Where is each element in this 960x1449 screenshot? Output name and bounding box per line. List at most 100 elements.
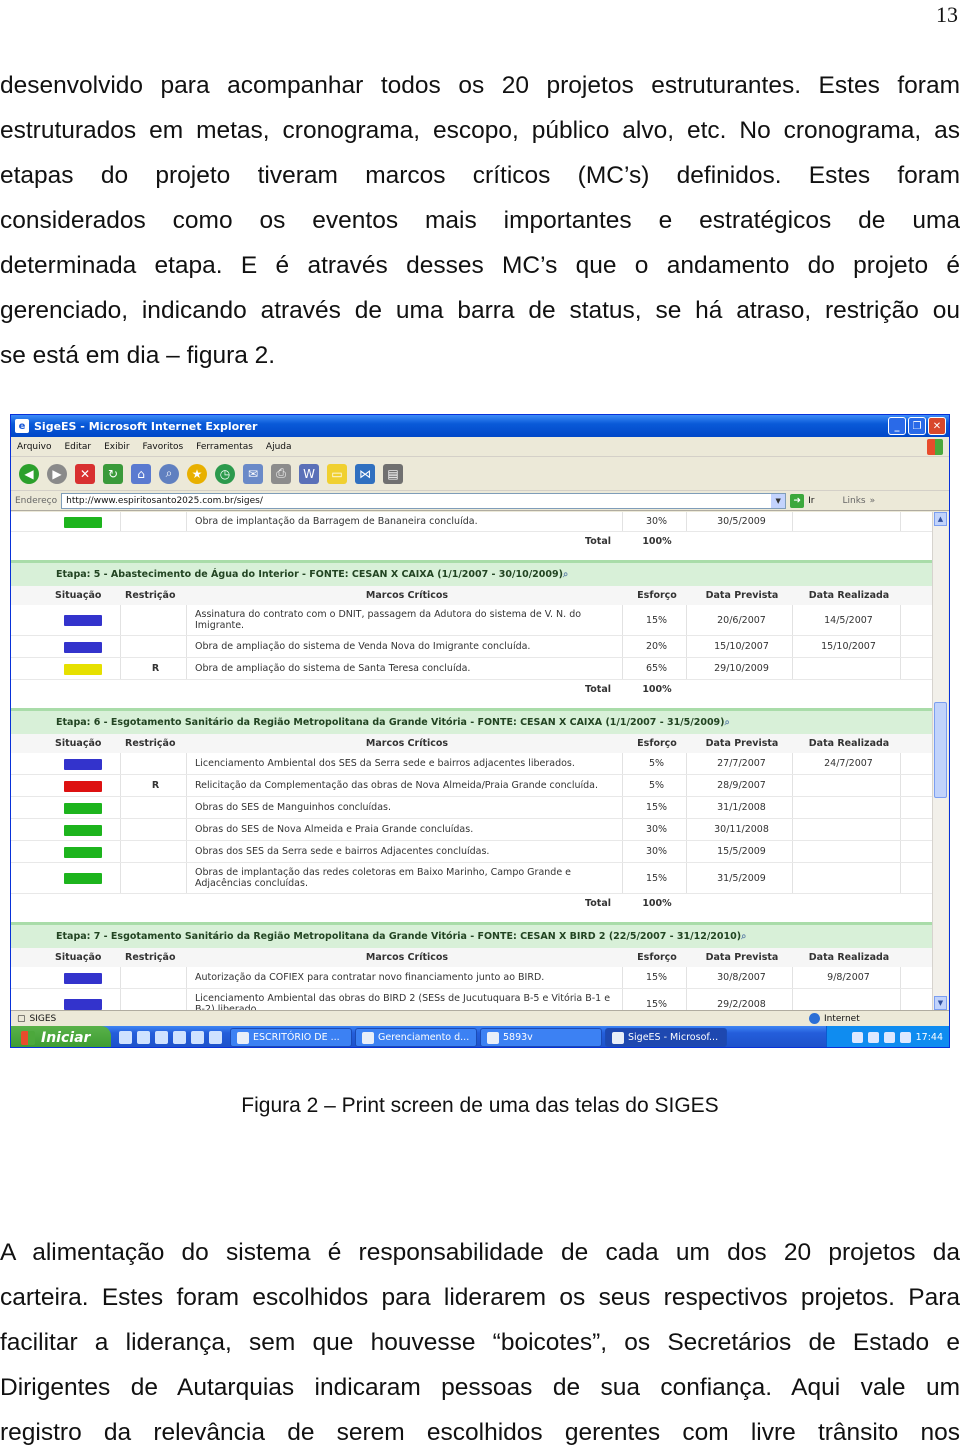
realizada-cell bbox=[793, 775, 901, 796]
history-icon[interactable]: ◷ bbox=[215, 463, 235, 484]
discuss-icon[interactable]: ▭ bbox=[327, 463, 347, 484]
stop-icon[interactable]: ✕ bbox=[75, 463, 95, 484]
taskbar-item[interactable]: SigeES - Microsof... bbox=[605, 1028, 727, 1047]
menu-editar[interactable]: Editar bbox=[64, 442, 91, 452]
esforco-cell: 15% bbox=[623, 605, 687, 635]
go-arrow-icon[interactable]: ➜ bbox=[790, 493, 805, 508]
home-icon[interactable]: ⌂ bbox=[131, 463, 151, 484]
links-chevron-icon[interactable]: » bbox=[870, 496, 876, 506]
taskbar-item[interactable]: ESCRITÓRIO DE ... bbox=[230, 1028, 352, 1047]
tray-icon[interactable] bbox=[867, 1032, 879, 1043]
clock: 17:44 bbox=[915, 1032, 943, 1043]
tray-icon[interactable] bbox=[883, 1032, 895, 1043]
prevista-cell: 20/6/2007 bbox=[687, 605, 793, 635]
situacao-cell bbox=[11, 989, 121, 1010]
quicklaunch-icon[interactable] bbox=[191, 1031, 204, 1044]
prevista-cell: 27/7/2007 bbox=[687, 753, 793, 774]
magnifier-icon[interactable]: ⌕ bbox=[563, 569, 568, 580]
quicklaunch-icon[interactable] bbox=[209, 1031, 222, 1044]
print-icon[interactable]: ⎙ bbox=[271, 463, 291, 484]
restricao-cell bbox=[121, 797, 187, 818]
esforco-cell: 20% bbox=[623, 636, 687, 657]
menu-ajuda[interactable]: Ajuda bbox=[266, 442, 292, 452]
esforco-cell: 5% bbox=[623, 775, 687, 796]
tray-icon[interactable] bbox=[899, 1032, 911, 1043]
quicklaunch-icon[interactable] bbox=[119, 1031, 132, 1044]
marco-cell: Obras de implantação das redes coletoras… bbox=[187, 863, 623, 893]
menu-arquivo[interactable]: Arquivo bbox=[17, 442, 51, 452]
menu-ferramentas[interactable]: Ferramentas bbox=[196, 442, 253, 452]
total-row: Total 100% bbox=[11, 532, 933, 550]
situacao-cell bbox=[11, 797, 121, 818]
paragraph-2: A alimentação do sistema é responsabilid… bbox=[0, 1230, 960, 1449]
stage-header: Etapa: 6 - Esgotamento Sanitário da Regi… bbox=[11, 708, 933, 734]
table-row: Licenciamento Ambiental das obras do BIR… bbox=[11, 989, 933, 1010]
tray-icon[interactable] bbox=[851, 1032, 863, 1043]
address-input[interactable]: http://www.espiritosanto2025.com.br/sige… bbox=[61, 492, 787, 509]
refresh-icon[interactable]: ↻ bbox=[103, 463, 123, 484]
restricao-cell bbox=[121, 967, 187, 988]
esforco-cell: 15% bbox=[623, 989, 687, 1010]
start-button[interactable]: Iniciar bbox=[11, 1026, 111, 1047]
back-icon[interactable]: ◀ bbox=[19, 463, 39, 484]
situacao-cell bbox=[11, 841, 121, 862]
prevista-cell: 29/10/2009 bbox=[687, 658, 793, 679]
taskbar-item-label: Gerenciamento d... bbox=[378, 1032, 470, 1043]
mail-icon[interactable]: ✉ bbox=[243, 463, 263, 484]
taskbar-item[interactable]: Gerenciamento d... bbox=[355, 1028, 477, 1047]
menu-exibir[interactable]: Exibir bbox=[104, 442, 129, 452]
go-button[interactable]: Ir bbox=[808, 496, 814, 506]
quicklaunch-icon[interactable] bbox=[155, 1031, 168, 1044]
scroll-down-icon[interactable]: ▼ bbox=[934, 996, 947, 1010]
quicklaunch-icon[interactable] bbox=[137, 1031, 150, 1044]
paragraph-line: etapas do projeto tiveram marcos crítico… bbox=[0, 162, 960, 189]
realizada-cell bbox=[793, 512, 901, 531]
situacao-cell bbox=[11, 967, 121, 988]
marco-cell: Obra de ampliação do sistema de Santa Te… bbox=[187, 658, 623, 679]
situacao-cell bbox=[11, 636, 121, 657]
links-label[interactable]: Links bbox=[843, 496, 866, 506]
restricao-cell bbox=[121, 989, 187, 1010]
scroll-up-icon[interactable]: ▲ bbox=[934, 512, 947, 526]
status-bar: ▢ SIGES Internet bbox=[11, 1010, 949, 1026]
page-number: 13 bbox=[936, 2, 958, 27]
search-icon[interactable]: ⌕ bbox=[159, 463, 179, 484]
total-label: Total bbox=[585, 535, 611, 547]
messenger-icon[interactable]: ⋈ bbox=[355, 463, 375, 484]
total-row: Total 100% bbox=[11, 894, 933, 912]
quicklaunch-icon[interactable] bbox=[173, 1031, 186, 1044]
table-header: Situação Restrição Marcos Críticos Esforço D… bbox=[11, 948, 933, 967]
paragraph-line: gerenciado, indicando através de uma bar… bbox=[0, 297, 960, 324]
taskbar-item[interactable]: 5893v bbox=[480, 1028, 602, 1047]
vertical-scrollbar[interactable]: ▲ ▼ bbox=[932, 512, 948, 1010]
table-row: Obras do SES de Nova Almeida e Praia Gra… bbox=[11, 819, 933, 841]
research-icon[interactable]: ▤ bbox=[383, 463, 403, 484]
prevista-cell: 15/10/2007 bbox=[687, 636, 793, 657]
chevron-down-icon[interactable]: ▼ bbox=[771, 493, 786, 508]
close-button[interactable]: ✕ bbox=[928, 417, 946, 435]
col-esforco: Esforço bbox=[637, 738, 677, 749]
total-label: Total bbox=[585, 897, 611, 909]
favorites-icon[interactable]: ★ bbox=[187, 463, 207, 484]
magnifier-icon[interactable]: ⌕ bbox=[741, 931, 746, 942]
minimize-button[interactable]: _ bbox=[888, 417, 906, 435]
stage-title: Etapa: 7 - Esgotamento Sanitário da Regi… bbox=[11, 925, 901, 948]
table-row: Assinatura do contrato com o DNIT, passa… bbox=[11, 605, 933, 636]
prevista-cell: 29/2/2008 bbox=[687, 989, 793, 1010]
prevista-cell: 31/1/2008 bbox=[687, 797, 793, 818]
paragraph-line: Dirigentes de Autarquias indicaram pesso… bbox=[0, 1374, 960, 1401]
total-value: 100% bbox=[642, 897, 672, 909]
taskbar-item-label: 5893v bbox=[503, 1032, 533, 1043]
scrollbar-thumb[interactable] bbox=[934, 702, 947, 798]
esforco-cell: 65% bbox=[623, 658, 687, 679]
table-row: R Relicitação da Complementação das obras… bbox=[11, 775, 933, 797]
menu-bar: Arquivo Editar Exibir Favoritos Ferramen… bbox=[11, 437, 949, 457]
edit-icon[interactable]: W bbox=[299, 463, 319, 484]
forward-icon[interactable]: ▶ bbox=[47, 463, 67, 484]
marco-cell: Licenciamento Ambiental dos SES da Serra… bbox=[187, 753, 623, 774]
maximize-button[interactable]: ❐ bbox=[908, 417, 926, 435]
magnifier-icon[interactable]: ⌕ bbox=[725, 717, 730, 728]
esforco-cell: 30% bbox=[623, 841, 687, 862]
menu-favoritos[interactable]: Favoritos bbox=[143, 442, 184, 452]
realizada-cell bbox=[793, 819, 901, 840]
